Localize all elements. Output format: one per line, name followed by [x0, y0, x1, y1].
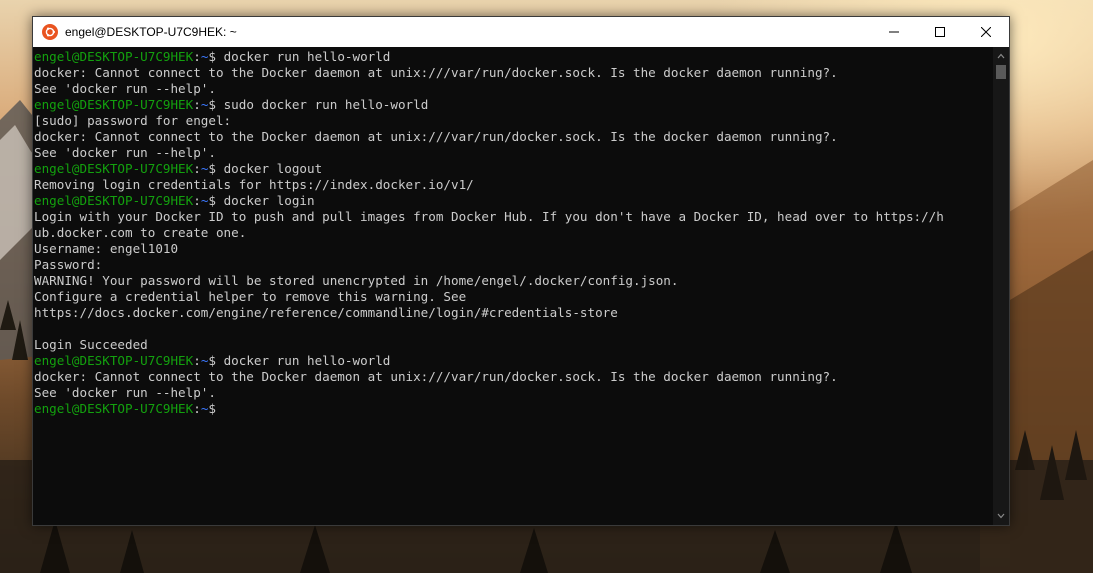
prompt-user: engel@DESKTOP-U7C9HEK — [34, 49, 194, 64]
scroll-down-button[interactable] — [993, 509, 1009, 523]
terminal-prompt-line: engel@DESKTOP-U7C9HEK:~$ docker logout — [34, 161, 995, 177]
terminal-output-line: See 'docker run --help'. — [34, 145, 216, 160]
terminal-prompt-line: engel@DESKTOP-U7C9HEK:~$ docker login — [34, 193, 995, 209]
prompt-user: engel@DESKTOP-U7C9HEK — [34, 161, 194, 176]
command-text: $ docker run hello-world — [208, 353, 391, 368]
terminal-output-line: Login Succeeded — [34, 337, 148, 352]
terminal-prompt-line: engel@DESKTOP-U7C9HEK:~$ — [34, 401, 995, 417]
terminal-output-line: ub.docker.com to create one. — [34, 225, 247, 240]
terminal-prompt-line: engel@DESKTOP-U7C9HEK:~$ sudo docker run… — [34, 97, 995, 113]
maximize-button[interactable] — [917, 17, 963, 47]
window-title: engel@DESKTOP-U7C9HEK: ~ — [65, 25, 237, 39]
prompt-separator: : — [193, 49, 201, 64]
close-button[interactable] — [963, 17, 1009, 47]
terminal-prompt-line: engel@DESKTOP-U7C9HEK:~$ docker run hell… — [34, 353, 995, 369]
terminal-output-line: Password: — [34, 257, 103, 272]
minimize-button[interactable] — [871, 17, 917, 47]
ubuntu-icon[interactable] — [42, 24, 58, 40]
terminal-output-line: [sudo] password for engel: — [34, 113, 232, 128]
command-text: $ docker run hello-world — [208, 49, 391, 64]
prompt-separator: : — [193, 353, 201, 368]
command-text: $ — [208, 401, 217, 416]
terminal-output-line: docker: Cannot connect to the Docker dae… — [34, 65, 838, 80]
prompt-user: engel@DESKTOP-U7C9HEK — [34, 97, 194, 112]
terminal-output-line: See 'docker run --help'. — [34, 81, 216, 96]
prompt-user: engel@DESKTOP-U7C9HEK — [34, 401, 194, 416]
terminal-output-line: Configure a credential helper to remove … — [34, 289, 467, 304]
terminal-prompt-line: engel@DESKTOP-U7C9HEK:~$ docker run hell… — [34, 49, 995, 65]
window-controls — [871, 17, 1009, 47]
command-text: $ docker logout — [208, 161, 323, 176]
terminal-output-line: Removing login credentials for https://i… — [34, 177, 474, 192]
scroll-thumb[interactable] — [996, 65, 1006, 79]
minimize-icon — [889, 31, 899, 33]
terminal-output-line: Username: engel1010 — [34, 241, 179, 256]
prompt-user: engel@DESKTOP-U7C9HEK — [34, 353, 194, 368]
terminal-output-line: docker: Cannot connect to the Docker dae… — [34, 369, 838, 384]
terminal-output-line: Login with your Docker ID to push and pu… — [34, 209, 944, 224]
terminal-output-line: WARNING! Your password will be stored un… — [34, 273, 679, 288]
maximize-icon — [935, 27, 945, 37]
close-icon — [981, 27, 991, 37]
command-text: $ docker login — [208, 193, 315, 208]
vertical-scrollbar[interactable] — [993, 47, 1009, 525]
prompt-separator: : — [193, 401, 201, 416]
terminal-output-line: See 'docker run --help'. — [34, 385, 216, 400]
terminal-output-line: docker: Cannot connect to the Docker dae… — [34, 129, 838, 144]
prompt-separator: : — [193, 161, 201, 176]
scroll-up-button[interactable] — [993, 49, 1009, 63]
prompt-user: engel@DESKTOP-U7C9HEK — [34, 193, 194, 208]
terminal-output[interactable]: engel@DESKTOP-U7C9HEK:~$ docker run hell… — [33, 47, 995, 525]
scroll-down-arrow-icon — [997, 513, 1005, 519]
scroll-up-arrow-icon — [997, 53, 1005, 59]
prompt-separator: : — [193, 193, 201, 208]
terminal-output-line: https://docs.docker.com/engine/reference… — [34, 305, 618, 320]
title-bar[interactable]: engel@DESKTOP-U7C9HEK: ~ — [33, 17, 1009, 47]
prompt-separator: : — [193, 97, 201, 112]
terminal-window[interactable]: engel@DESKTOP-U7C9HEK: ~ engel@DESKTOP-U… — [32, 16, 1010, 526]
command-text: $ sudo docker run hello-world — [208, 97, 429, 112]
